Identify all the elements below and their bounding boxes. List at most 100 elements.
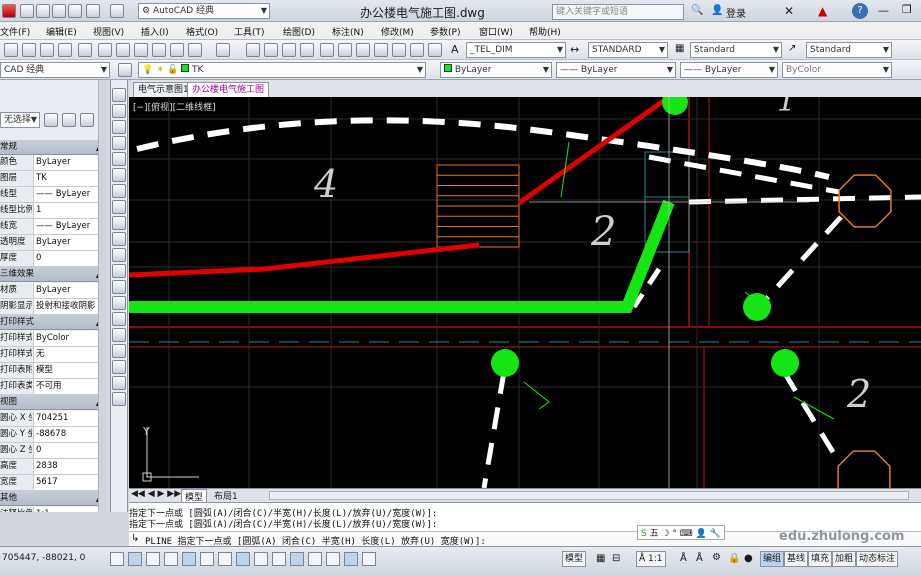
property-value[interactable]: 无 <box>33 347 99 362</box>
text-style-select[interactable]: _TEL_DIM ▼ <box>466 42 566 58</box>
tab-nav-arrows[interactable]: ◀◀ ◀ ▶ ▶▶ <box>131 489 181 499</box>
property-value[interactable]: TK <box>33 171 99 186</box>
property-row[interactable]: 颜色 ByLayer <box>0 155 105 171</box>
dynamic-dimension-button[interactable]: 动态标注 <box>856 551 899 567</box>
annotation-visibility-icon[interactable]: Å <box>680 553 687 564</box>
grid-toggle-icon[interactable] <box>146 552 160 566</box>
dim-style-select[interactable]: STANDARD ▼ <box>588 42 668 58</box>
color-select[interactable]: ByLayer ▼ <box>440 62 552 78</box>
minimize-icon[interactable]: — <box>878 4 889 17</box>
menu-modify[interactable]: 修改(M) <box>381 25 414 38</box>
horizontal-scrollbar[interactable] <box>269 491 909 500</box>
lwt-toggle-icon[interactable] <box>290 552 304 566</box>
search-input[interactable]: 键入关键字或短语 <box>552 4 684 20</box>
zoom-previous-icon[interactable] <box>300 43 314 57</box>
publish-icon[interactable] <box>58 43 72 57</box>
zoom-realtime-icon[interactable] <box>264 43 278 57</box>
app-menu-icon[interactable] <box>2 4 16 18</box>
properties-scrollbar[interactable] <box>98 80 106 512</box>
property-value[interactable]: 704251 <box>33 411 99 426</box>
ducs-toggle-icon[interactable] <box>254 552 268 566</box>
property-row[interactable]: 打印样式表无 <box>0 347 105 363</box>
pline-icon[interactable] <box>112 120 126 134</box>
3d-print-icon[interactable] <box>78 43 92 57</box>
section-view[interactable]: 视图▲ <box>0 395 105 410</box>
print-icon[interactable] <box>22 43 36 57</box>
paste-icon[interactable] <box>134 43 148 57</box>
property-value[interactable]: 1:1 <box>33 507 99 512</box>
property-row[interactable]: 线型 —— ByLayer <box>0 187 105 203</box>
property-row[interactable]: 线宽 —— ByLayer <box>0 219 105 235</box>
fill-button[interactable]: 填充 <box>808 551 833 567</box>
help-icon[interactable] <box>428 43 442 57</box>
menu-tools[interactable]: 工具(T) <box>234 25 265 38</box>
workspace-gear-icon[interactable]: ⚙ <box>712 552 721 563</box>
property-value[interactable]: -88678 <box>33 427 99 442</box>
property-value[interactable]: ByColor <box>33 331 99 346</box>
3dosnap-toggle-icon[interactable] <box>218 552 232 566</box>
multileader-style-select[interactable]: Standard ▼ <box>806 42 892 58</box>
drawing-canvas[interactable]: 4 2 1 2 Y [−][俯视][二维线框] <box>129 97 921 488</box>
exchange-icon[interactable]: ✕ <box>784 4 794 18</box>
table-style-select[interactable]: Standard ▼ <box>690 42 782 58</box>
am-toggle-icon[interactable] <box>362 552 376 566</box>
properties-icon[interactable] <box>320 43 334 57</box>
menu-draw[interactable]: 绘图(D) <box>283 25 315 38</box>
redo-icon[interactable] <box>216 43 230 57</box>
property-row[interactable]: 圆心 Y 坐标-88678 <box>0 427 105 443</box>
plotstyle-select[interactable]: ByColor ▼ <box>782 62 892 78</box>
polar-toggle-icon[interactable] <box>182 552 196 566</box>
property-value[interactable]: 模型 <box>33 363 99 378</box>
redo-icon[interactable] <box>110 4 124 18</box>
undo-icon[interactable] <box>188 43 202 57</box>
toggle-pickadd-icon[interactable] <box>44 113 58 127</box>
property-row[interactable]: 高度 2838 <box>0 459 105 475</box>
new-icon[interactable] <box>20 4 34 18</box>
menu-dimension[interactable]: 标注(N) <box>332 25 364 38</box>
tab-layout1[interactable]: 布局1 <box>211 489 241 502</box>
property-value[interactable]: 不可用 <box>33 379 99 394</box>
property-row[interactable]: 图层 TK <box>0 171 105 187</box>
property-row[interactable]: 圆心 Z 坐标0 <box>0 443 105 459</box>
make-block-icon[interactable] <box>112 280 126 294</box>
ime-toolbar[interactable]: S 五 ☽ ° ⌨ 👤 🔧 <box>637 525 725 540</box>
property-value[interactable]: ByLayer <box>33 283 99 298</box>
workspace-select[interactable]: CAD 经典 ▼ <box>0 62 110 78</box>
login-button[interactable]: 登录 <box>726 5 746 20</box>
property-value[interactable]: 0 <box>33 251 99 266</box>
search-icon[interactable]: 🔍 <box>691 5 703 16</box>
ellipse-arc-icon[interactable] <box>112 248 126 262</box>
menu-view[interactable]: 视图(V) <box>93 25 124 38</box>
selection-select[interactable]: 无选择 ▼ <box>0 112 40 128</box>
quickview-icon[interactable]: ▦ <box>596 553 605 564</box>
spline-icon[interactable] <box>112 216 126 230</box>
property-row[interactable]: 打印样式 ByColor <box>0 331 105 347</box>
block-editor-icon[interactable] <box>170 43 184 57</box>
property-value[interactable]: ByLayer <box>33 235 99 250</box>
open-icon[interactable] <box>36 4 50 18</box>
property-row[interactable]: 宽度 5617 <box>0 475 105 491</box>
design-center-icon[interactable] <box>338 43 352 57</box>
preview-icon[interactable] <box>40 43 54 57</box>
property-value[interactable]: 5617 <box>33 475 99 490</box>
print-icon[interactable] <box>68 4 82 18</box>
tpy-toggle-icon[interactable] <box>308 552 322 566</box>
infer-toggle-icon[interactable] <box>110 552 124 566</box>
copy-icon[interactable] <box>116 43 130 57</box>
quick-select-icon[interactable] <box>80 113 94 127</box>
tab-office-building[interactable]: 办公楼电气施工图 <box>187 82 270 97</box>
property-value[interactable]: 2838 <box>33 459 99 474</box>
pan-icon[interactable] <box>246 43 260 57</box>
undo-icon[interactable] <box>86 4 100 18</box>
zoom-window-icon[interactable] <box>282 43 296 57</box>
xline-icon[interactable] <box>112 104 126 118</box>
property-row[interactable]: 线型比例 1 <box>0 203 105 219</box>
viewport-controls[interactable]: [−][俯视][二维线框] <box>133 100 216 113</box>
property-value[interactable]: 0 <box>33 443 99 458</box>
insert-block-icon[interactable] <box>112 264 126 278</box>
ortho-toggle-icon[interactable] <box>164 552 178 566</box>
property-row[interactable]: 注释比例1:1 <box>0 507 105 512</box>
sheet-set-icon[interactable] <box>374 43 388 57</box>
section-effects[interactable]: 三维效果▲ <box>0 267 105 282</box>
markup-icon[interactable] <box>392 43 406 57</box>
